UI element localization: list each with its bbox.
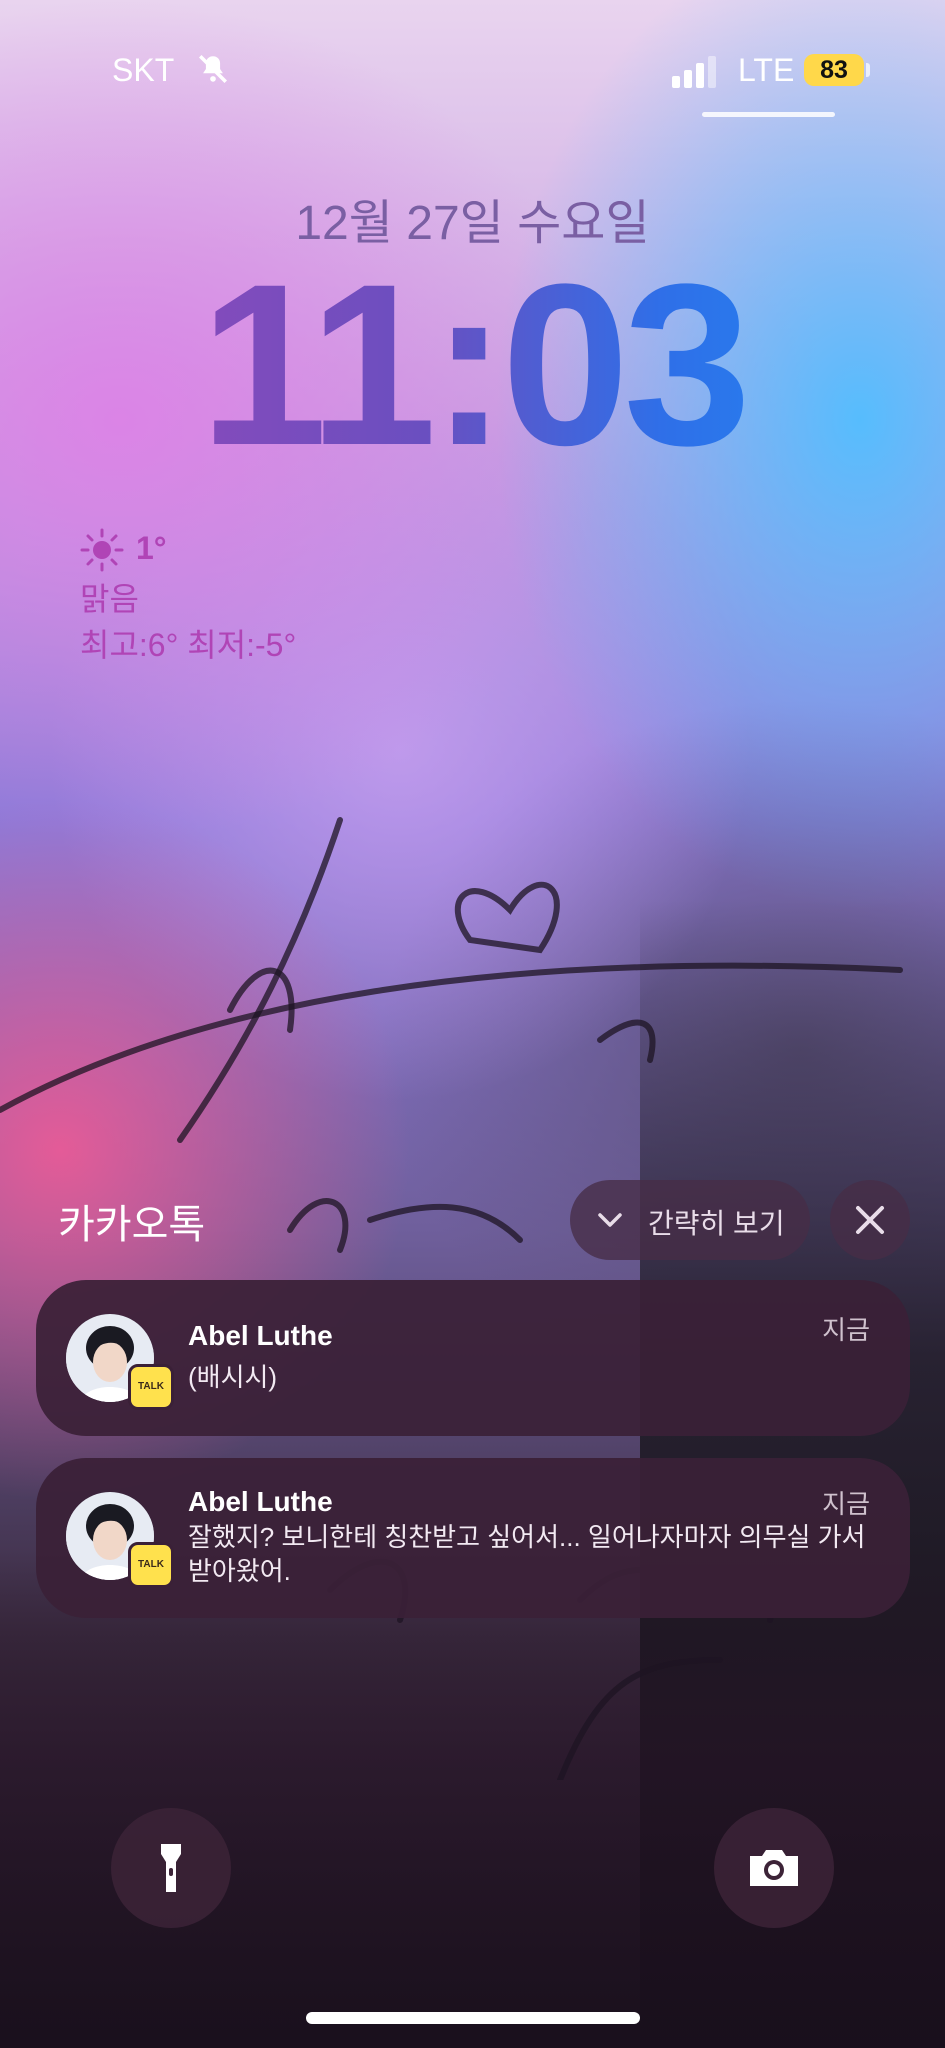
sun-icon bbox=[80, 528, 124, 572]
notification-card[interactable]: TALK Abel Luthe (배시시) 지금 bbox=[36, 1280, 910, 1436]
camera-button[interactable] bbox=[714, 1808, 834, 1928]
flashlight-button[interactable] bbox=[111, 1808, 231, 1928]
notification-card[interactable]: TALK Abel Luthe 잘했지? 보니한테 칭찬받고 싶어서... 일어… bbox=[36, 1458, 910, 1618]
show-less-button[interactable]: 간략히 보기 bbox=[570, 1180, 810, 1260]
battery-indicator: 83 bbox=[804, 54, 864, 86]
notification-message: 잘했지? 보니한테 칭찬받고 싶어서... 일어나자마자 의무실 가서 받아왔어… bbox=[188, 1522, 866, 1586]
notification-app-name: 카카오톡 bbox=[58, 1203, 206, 1247]
weather-condition: 맑음 bbox=[80, 581, 139, 617]
battery-tip bbox=[866, 63, 870, 77]
notification-message: (배시시) bbox=[188, 1362, 278, 1392]
lock-time: 11:03 bbox=[0, 250, 945, 480]
flashlight-icon bbox=[161, 1844, 181, 1892]
notification-sender: Abel Luthe bbox=[188, 1320, 333, 1351]
show-less-label: 간략히 보기 bbox=[648, 1208, 785, 1239]
kakaotalk-badge-icon: TALK bbox=[128, 1542, 174, 1588]
network-type: LTE bbox=[738, 52, 795, 88]
clear-notifications-button[interactable] bbox=[830, 1180, 910, 1260]
notification-time: 지금 bbox=[822, 1315, 870, 1345]
close-icon bbox=[856, 1206, 884, 1234]
status-bar: SKT LTE 83 bbox=[0, 0, 945, 120]
weather-temperature: 1° bbox=[136, 530, 167, 566]
weather-high-low: 최고:6° 최저:-5° bbox=[80, 627, 297, 663]
control-center-indicator[interactable] bbox=[702, 112, 835, 117]
notification-time: 지금 bbox=[822, 1489, 870, 1519]
chevron-down-icon bbox=[598, 1213, 622, 1227]
camera-icon bbox=[750, 1850, 798, 1886]
notification-sender: Abel Luthe bbox=[188, 1486, 333, 1517]
home-indicator[interactable] bbox=[306, 2012, 640, 2024]
bell-slash-icon bbox=[198, 54, 228, 84]
signal-icon bbox=[672, 56, 716, 88]
kakaotalk-badge-icon: TALK bbox=[128, 1364, 174, 1410]
carrier-label: SKT bbox=[112, 52, 175, 88]
